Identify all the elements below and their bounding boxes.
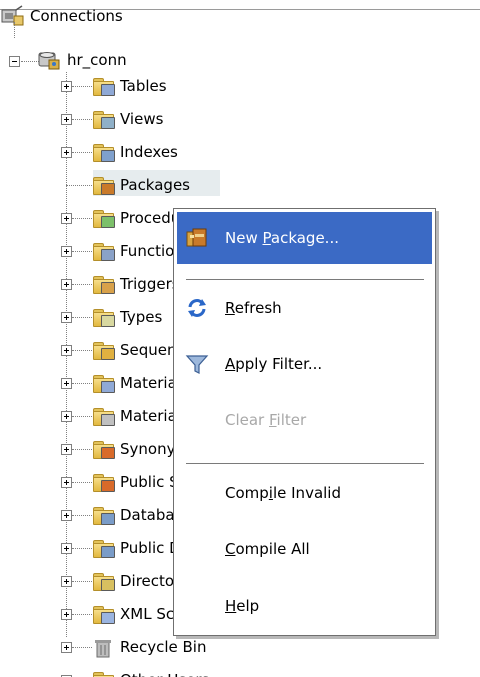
xml-schema-folder-icon — [92, 605, 115, 624]
tree-guide-line — [72, 614, 92, 615]
tree-guide-line — [72, 449, 92, 450]
tree-expand-toggle[interactable] — [61, 345, 72, 356]
tree-expand-toggle[interactable] — [61, 510, 72, 521]
menu-item-label: Compile All — [225, 540, 310, 558]
table-folder-icon — [92, 77, 115, 96]
materialized-view-log-folder-icon — [92, 407, 115, 426]
tree-node-label: Types — [120, 308, 163, 326]
tree-guide-line — [66, 185, 92, 186]
directory-folder-icon — [92, 572, 115, 591]
menu-separator — [186, 463, 424, 464]
database-link-folder-icon — [92, 506, 115, 525]
tree-expand-toggle[interactable] — [61, 114, 72, 125]
tree-expand-toggle[interactable] — [61, 576, 72, 587]
tree-node-label: Views — [120, 110, 164, 128]
tree-node-label: Indexes — [120, 143, 178, 161]
public-synonym-folder-icon — [92, 473, 115, 492]
menu-item-label: Refresh — [225, 299, 282, 317]
tree-expand-toggle[interactable] — [61, 378, 72, 389]
tree-node-label: Packages — [120, 176, 190, 194]
tree-node-label: Triggers — [120, 275, 180, 293]
refresh-icon — [188, 299, 206, 317]
tree-expand-toggle[interactable] — [61, 279, 72, 290]
menu-item-label: New Package... — [225, 229, 339, 247]
index-folder-icon — [92, 143, 115, 162]
menu-item-new-package[interactable]: New Package... — [177, 212, 432, 264]
public-database-link-folder-icon — [92, 539, 115, 558]
tree-expand-toggle[interactable] — [61, 81, 72, 92]
other-users-folder-icon — [92, 671, 114, 677]
tree-node-label: Tables — [120, 77, 167, 95]
menu-separator — [186, 279, 424, 280]
tree-guide-line — [72, 548, 92, 549]
context-menu: New Package... Refresh Apply Filter... C… — [173, 208, 436, 636]
tree-expand-toggle[interactable] — [61, 147, 72, 158]
package-folder-icon — [92, 176, 115, 195]
tree-expand-toggle[interactable] — [61, 444, 72, 455]
menu-item-refresh[interactable]: Refresh — [177, 282, 432, 334]
tree-guide-line — [14, 22, 15, 38]
type-folder-icon — [92, 308, 115, 327]
view-folder-icon — [92, 110, 115, 129]
tree-root-label: Connections — [30, 7, 123, 25]
tree-node[interactable]: Recycle Bin — [92, 634, 206, 660]
tree-expand-toggle[interactable] — [61, 411, 72, 422]
tree-node[interactable]: Tables — [92, 73, 167, 99]
tree-guide-line — [72, 317, 92, 318]
tree-expand-toggle[interactable] — [61, 312, 72, 323]
tree-guide-line — [72, 482, 92, 483]
recycle-bin-icon — [92, 638, 114, 658]
materialized-view-folder-icon — [92, 374, 115, 393]
filter-icon — [185, 355, 209, 374]
connection-collapse-toggle[interactable] — [9, 56, 20, 67]
menu-item-label: Help — [225, 597, 260, 615]
tree-node-label: Other Users — [120, 671, 209, 677]
tree-expand-toggle[interactable] — [61, 642, 72, 653]
tree-node[interactable]: Triggers — [92, 271, 180, 297]
sequence-folder-icon — [92, 341, 115, 360]
tree-expand-toggle[interactable] — [61, 609, 72, 620]
tree-node[interactable]: Other Users — [92, 667, 209, 677]
trigger-folder-icon — [92, 275, 115, 294]
connection-label: hr_conn — [67, 51, 127, 69]
tree-guide-line — [72, 86, 92, 87]
tree-guide-line — [72, 350, 92, 351]
tree-guide-line — [72, 581, 92, 582]
tree-expand-toggle[interactable] — [61, 213, 72, 224]
tree-guide-line — [72, 647, 92, 648]
tree-guide-line — [72, 251, 92, 252]
package-icon — [186, 228, 207, 247]
menu-item-compile-all[interactable]: Compile All — [177, 523, 432, 575]
sql-developer-connections-panel: Connections hr_conn Tables Views Indexes Pa… — [0, 0, 480, 677]
menu-item-clear-filter[interactable]: Clear Filter — [177, 394, 432, 446]
menu-item-apply-filter[interactable]: Apply Filter... — [177, 338, 432, 390]
tree-guide-line — [72, 119, 92, 120]
tree-node[interactable]: Indexes — [92, 139, 178, 165]
database-connection-icon — [38, 52, 60, 70]
tree-node-label: Recycle Bin — [120, 638, 207, 656]
menu-item-help[interactable]: Help — [177, 580, 432, 632]
tree-expand-toggle[interactable] — [61, 543, 72, 554]
tree-node[interactable]: Types — [92, 304, 162, 330]
tree-node[interactable]: Packages — [92, 172, 190, 198]
menu-item-label: Compile Invalid — [225, 484, 341, 502]
tree-expand-toggle[interactable] — [61, 477, 72, 488]
menu-item-label: Apply Filter... — [225, 355, 323, 373]
tree-guide-line — [72, 515, 92, 516]
tree-root-connections[interactable]: Connections — [0, 3, 123, 29]
menu-item-label: Clear Filter — [225, 411, 307, 429]
tree-expand-toggle[interactable] — [61, 246, 72, 257]
tree-node-hr-conn[interactable]: hr_conn — [37, 47, 127, 73]
tree-guide-line — [72, 218, 92, 219]
tree-guide-line — [72, 383, 92, 384]
function-folder-icon — [92, 242, 115, 261]
procedure-folder-icon — [92, 209, 115, 228]
menu-item-compile-invalid[interactable]: Compile Invalid — [177, 467, 432, 519]
tree-guide-line — [72, 284, 92, 285]
tree-guide-line — [72, 416, 92, 417]
synonym-folder-icon — [92, 440, 115, 459]
connections-icon — [1, 5, 24, 26]
tree-node[interactable]: Views — [92, 106, 163, 132]
tree-guide-line — [72, 152, 92, 153]
